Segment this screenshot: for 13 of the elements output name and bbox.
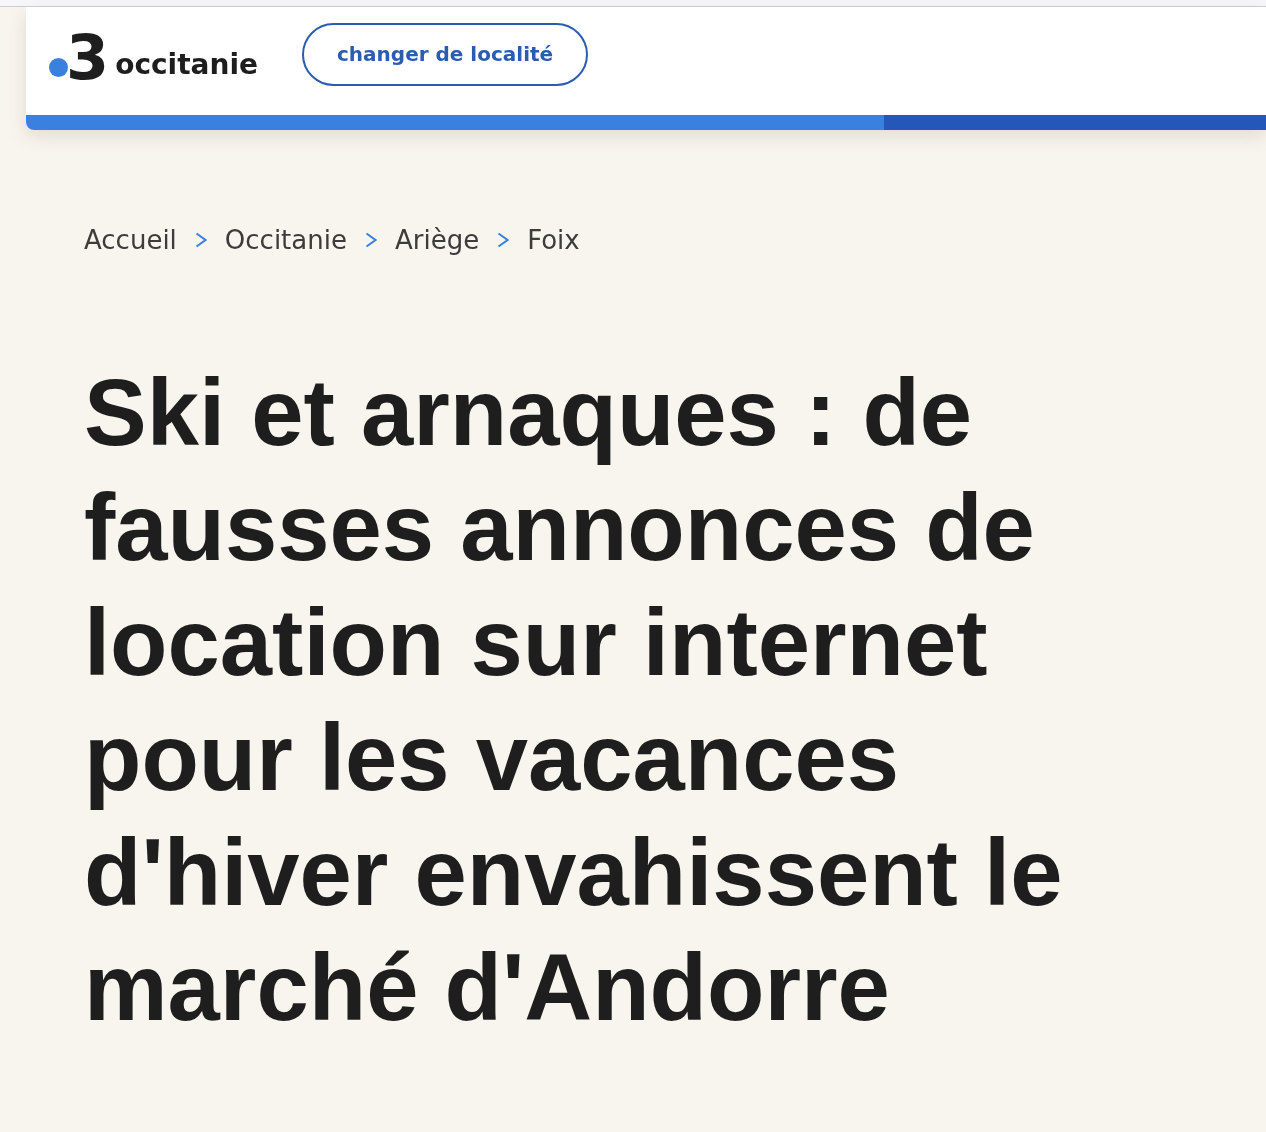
logo-region-name: occitanie	[115, 50, 258, 80]
logo-number: 3	[66, 32, 108, 84]
breadcrumb-link[interactable]: Ariège	[394, 225, 480, 255]
article-title: Ski et arnaques : de fausses annonces de location sur internet pour les vacances d'hiver envahissent le marché d'Andorre	[84, 359, 1064, 1042]
chevron-right-icon	[497, 232, 510, 248]
channel-logo[interactable]: 3 occitanie	[49, 32, 258, 84]
dot-icon	[49, 58, 68, 77]
chevron-right-icon	[194, 232, 207, 248]
breadcrumb-link[interactable]: Occitanie	[224, 225, 347, 255]
chevron-right-icon	[364, 232, 377, 248]
breadcrumb-link[interactable]: Foix	[527, 225, 580, 255]
breadcrumb-link[interactable]: Accueil	[84, 225, 177, 255]
change-location-button[interactable]: changer de localité	[302, 22, 589, 86]
